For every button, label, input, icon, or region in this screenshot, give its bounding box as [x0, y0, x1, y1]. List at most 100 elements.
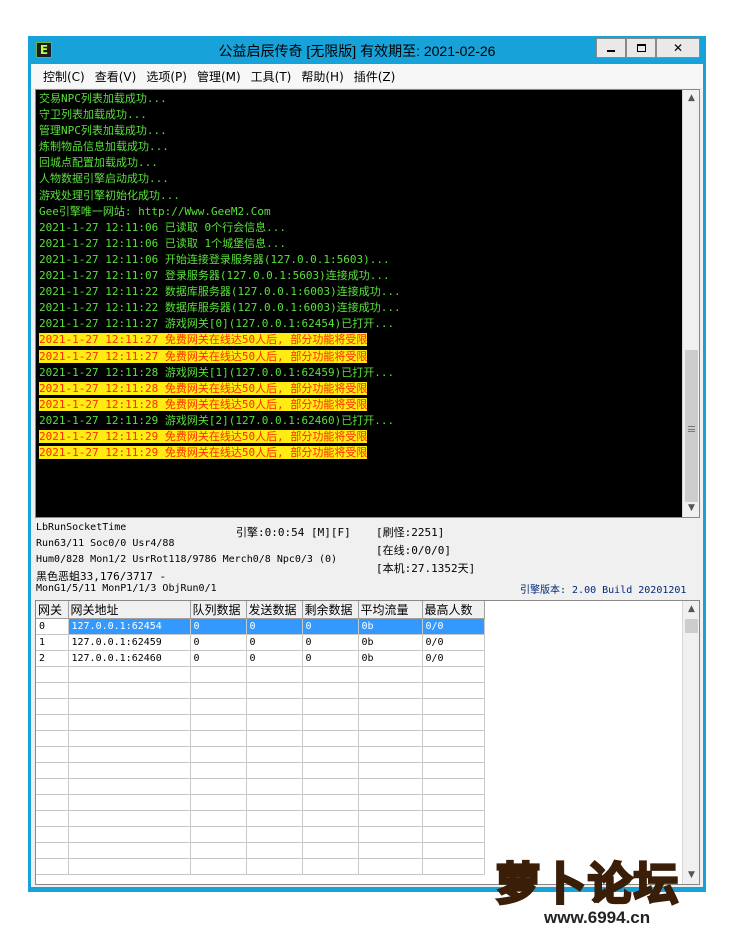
log-line: 2021-1-27 12:11:28 游戏网关[1](127.0.0.1:624… [39, 365, 681, 381]
log-scroll-thumb[interactable] [685, 350, 698, 502]
log-text: Gee引擎唯一网站: http://Www.GeeM2.Com [39, 204, 271, 218]
table-row-empty [36, 810, 485, 827]
log-line: 回城点配置加载成功... [39, 155, 681, 171]
table-cell [302, 778, 359, 795]
engine-version: 引擎版本: 2.00 Build 20201201 [520, 585, 687, 596]
table-cell [302, 714, 359, 731]
maximize-button[interactable] [626, 38, 656, 58]
table-cell [246, 842, 303, 859]
menu-bar: 控制(C) 查看(V) 选项(P) 管理(M) 工具(T) 帮助(H) 插件(Z… [31, 64, 703, 88]
table-cell [246, 778, 303, 795]
table-cell [190, 794, 247, 811]
table-cell [68, 730, 191, 747]
table-cell [246, 810, 303, 827]
grid-scroll-thumb[interactable] [685, 619, 698, 633]
table-cell [302, 826, 359, 843]
minimize-button[interactable] [596, 38, 626, 58]
table-cell [358, 746, 423, 763]
table-cell [190, 762, 247, 779]
scroll-up-icon[interactable]: ▲ [683, 90, 699, 107]
maximize-icon [636, 44, 646, 52]
column-header[interactable]: 最高人数 [422, 601, 485, 619]
table-row-empty [36, 714, 485, 731]
table-cell [36, 858, 69, 875]
log-console[interactable]: 交易NPC列表加载成功... 守卫列表加载成功... 管理NPC列表加载成功... 炼… [35, 89, 700, 518]
log-text: 2021-1-27 12:11:07 登录服务器(127.0.0.1:5603)… [39, 269, 390, 283]
table-cell: 0 [302, 650, 359, 667]
table-cell [190, 666, 247, 683]
log-lines: 交易NPC列表加载成功... 守卫列表加载成功... 管理NPC列表加载成功... 炼… [39, 91, 681, 461]
table-cell [36, 714, 69, 731]
table-cell: 0b [358, 618, 423, 635]
scroll-down-icon[interactable]: ▼ [683, 500, 699, 517]
table-cell [302, 682, 359, 699]
table-cell [358, 682, 423, 699]
log-line: 2021-1-27 12:11:06 已读取 1个城堡信息... [39, 236, 681, 252]
column-header[interactable]: 网关地址 [68, 601, 191, 619]
table-cell [190, 714, 247, 731]
table-cell [68, 794, 191, 811]
menu-view[interactable]: 查看(V) [91, 68, 141, 85]
table-cell [302, 842, 359, 859]
menu-tools[interactable]: 工具(T) [247, 68, 296, 85]
log-line-warning: 2021-1-27 12:11:29 免费网关在线达50人后, 部分功能将受限 [39, 429, 681, 445]
table-cell [302, 762, 359, 779]
close-button[interactable]: ✕ [656, 38, 700, 58]
table-cell [422, 666, 485, 683]
table-cell [422, 778, 485, 795]
table-cell: 127.0.0.1:62454 [68, 618, 191, 635]
table-cell [422, 730, 485, 747]
log-text: 2021-1-27 12:11:28 游戏网关[1](127.0.0.1:624… [39, 365, 395, 379]
table-row[interactable]: 2 127.0.0.1:62460 0 0 0 0b 0/0 [36, 650, 485, 667]
table-cell [190, 746, 247, 763]
log-scrollbar[interactable]: ▲ ▼ [682, 90, 699, 517]
app-window-frame: E 公益启辰传奇 [无限版] 有效期至: 2021-02-26 ✕ 控制(C) … [28, 36, 706, 892]
table-cell [358, 762, 423, 779]
column-header[interactable]: 发送数据 [246, 601, 303, 619]
table-cell: 0 [190, 650, 247, 667]
log-text: 2021-1-27 12:11:29 游戏网关[2](127.0.0.1:624… [39, 413, 395, 427]
table-cell [422, 810, 485, 827]
log-text: 守卫列表加载成功... [39, 108, 147, 122]
table-cell [36, 666, 69, 683]
table-cell [68, 810, 191, 827]
table-cell [422, 698, 485, 715]
table-cell [246, 714, 303, 731]
table-cell [422, 746, 485, 763]
column-header[interactable]: 网关 [36, 601, 69, 619]
menu-help[interactable]: 帮助(H) [297, 68, 347, 85]
menu-manage[interactable]: 管理(M) [193, 68, 245, 85]
column-header[interactable]: 剩余数据 [302, 601, 359, 619]
column-header[interactable]: 队列数据 [190, 601, 247, 619]
watermark-url: www.6994.cn [544, 908, 651, 927]
table-cell [190, 826, 247, 843]
table-row[interactable]: 0 127.0.0.1:62454 0 0 0 0b 0/0 [36, 618, 485, 635]
table-cell: 0 [190, 634, 247, 651]
table-cell [358, 714, 423, 731]
menu-plugins[interactable]: 插件(Z) [350, 68, 400, 85]
table-cell [36, 730, 69, 747]
table-cell: 1 [36, 634, 69, 651]
table-cell [422, 714, 485, 731]
grid-scroll-up-icon[interactable]: ▲ [683, 601, 699, 618]
table-row-empty [36, 746, 485, 763]
menu-control[interactable]: 控制(C) [39, 68, 89, 85]
table-cell [246, 826, 303, 843]
log-line: 2021-1-27 12:11:06 已读取 0个行会信息... [39, 220, 681, 236]
column-header[interactable]: 平均流量 [358, 601, 423, 619]
log-text: 2021-1-27 12:11:29 免费网关在线达50人后, 部分功能将受限 [39, 429, 368, 443]
table-cell [68, 698, 191, 715]
table-cell [190, 698, 247, 715]
table-cell [190, 682, 247, 699]
menu-options[interactable]: 选项(P) [142, 68, 191, 85]
table-row[interactable]: 1 127.0.0.1:62459 0 0 0 0b 0/0 [36, 634, 485, 651]
table-cell [358, 842, 423, 859]
log-text: 游戏处理引擎初始化成功... [39, 188, 180, 202]
table-cell [358, 778, 423, 795]
log-line: 人物数据引擎启动成功... [39, 171, 681, 187]
table-cell [36, 810, 69, 827]
table-cell [246, 794, 303, 811]
table-cell: 0 [36, 618, 69, 635]
log-text: 2021-1-27 12:11:06 已读取 0个行会信息... [39, 220, 286, 234]
table-row-empty [36, 666, 485, 683]
